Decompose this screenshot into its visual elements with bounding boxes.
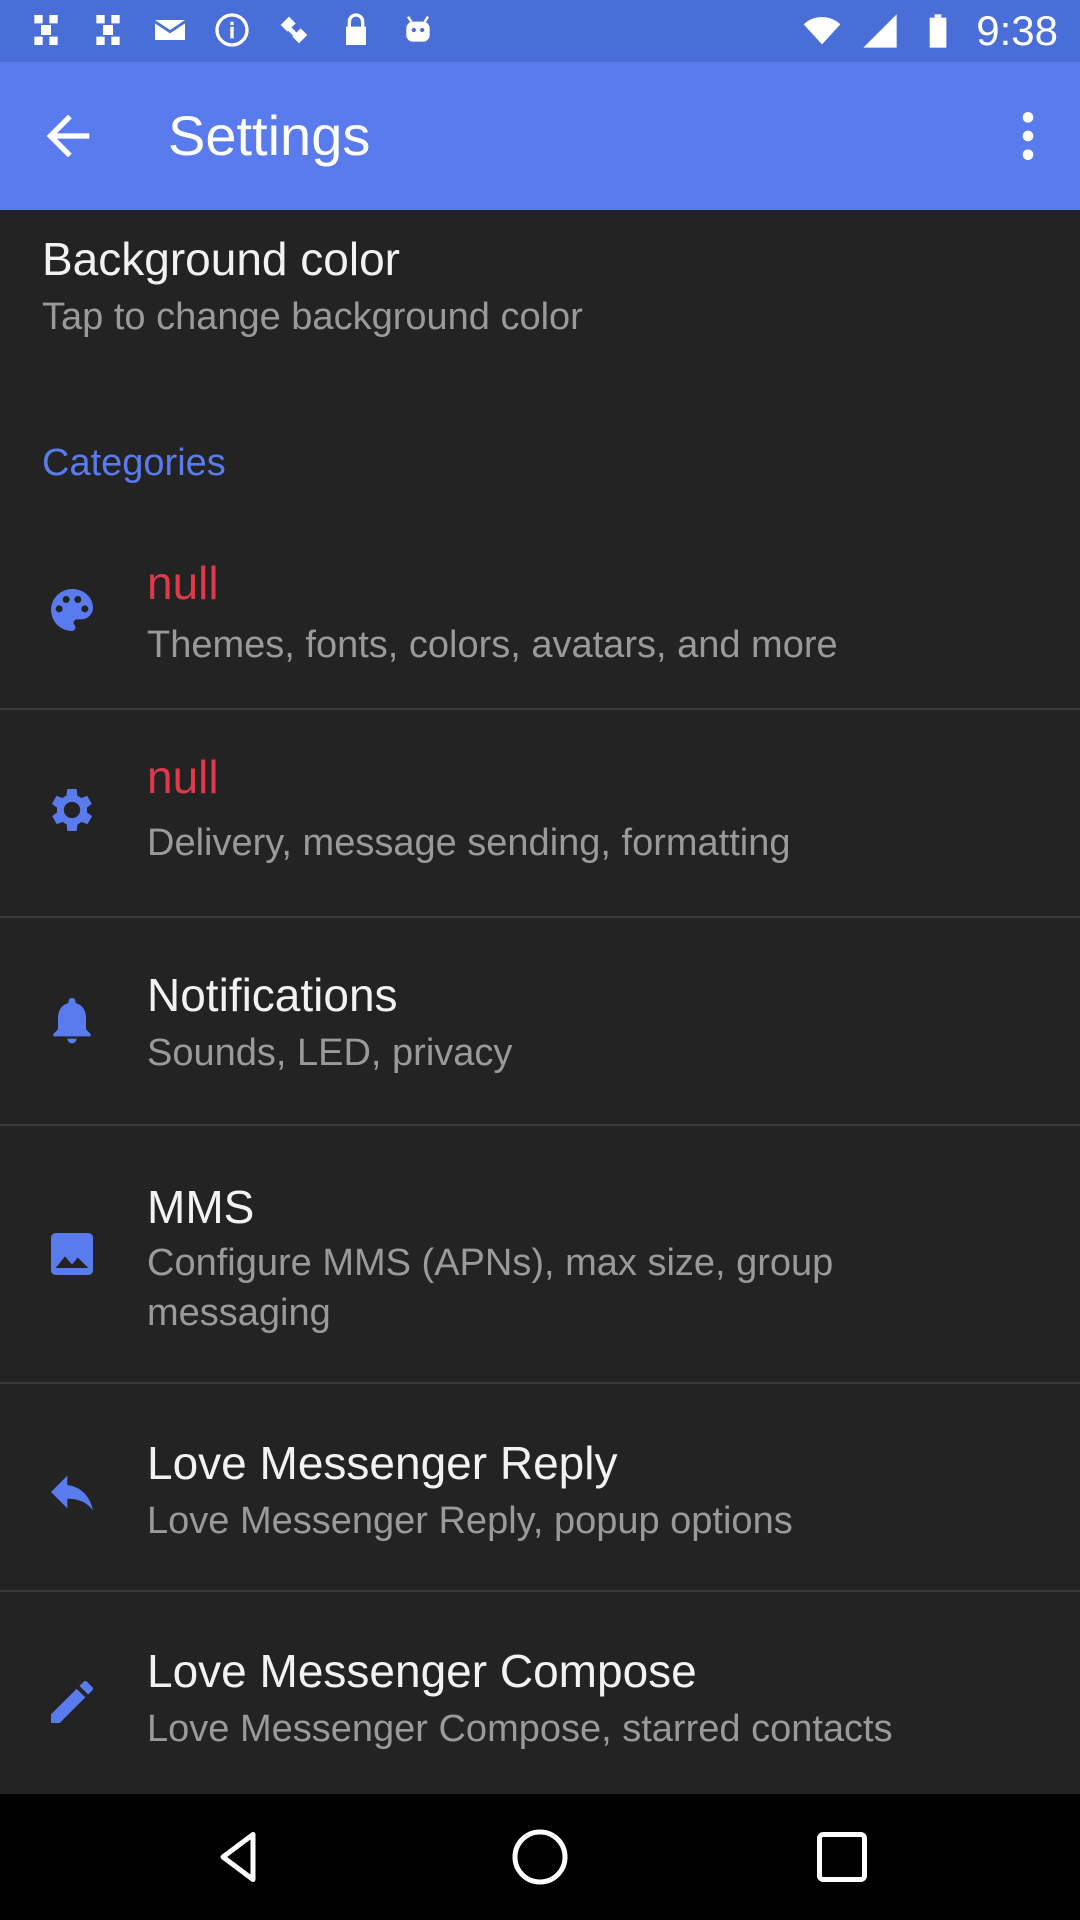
- nav-back-button[interactable]: [208, 1827, 268, 1887]
- signal-icon: [863, 14, 897, 48]
- image-icon: [44, 1226, 100, 1282]
- settings-item-title: Love Messenger Compose: [147, 1645, 697, 1697]
- palette-icon: [44, 582, 100, 638]
- settings-item-title: Notifications: [147, 969, 398, 1021]
- bell-icon: [44, 992, 100, 1048]
- settings-item-mms[interactable]: MMS Configure MMS (APNs), max size, grou…: [0, 1126, 1080, 1384]
- arrow-back-icon: [46, 114, 90, 158]
- back-nav-icon: [220, 1832, 256, 1882]
- background-color-title: Background color: [42, 233, 400, 285]
- slack-icon: [34, 15, 58, 45]
- settings-item-subtitle: Configure MMS (APNs), max size, group me…: [147, 1242, 834, 1334]
- page-title: Settings: [168, 104, 371, 167]
- more-vert-icon: [1022, 112, 1034, 160]
- background-color-subtitle: Tap to change background color: [42, 296, 583, 338]
- settings-item-compose[interactable]: Love Messenger Compose Love Messenger Co…: [0, 1592, 1080, 1792]
- settings-item-title: MMS: [147, 1181, 255, 1233]
- settings-item-subtitle: Love Messenger Reply, popup options: [147, 1500, 793, 1542]
- settings-item-subtitle: Themes, fonts, colors, avatars, and more: [147, 624, 838, 666]
- settings-item-general[interactable]: null Delivery, message sending, formatti…: [0, 710, 1080, 918]
- pencil-icon: [44, 1674, 100, 1730]
- status-bar: 9:38: [0, 0, 1080, 62]
- android-icon: [406, 15, 430, 42]
- app-bar: Settings: [0, 62, 1080, 210]
- nav-home-button[interactable]: [510, 1827, 570, 1887]
- settings-item-title: Love Messenger Reply: [147, 1437, 618, 1489]
- status-time: 9:38: [976, 7, 1058, 54]
- overflow-menu-button[interactable]: [996, 104, 1060, 168]
- battery-icon: [929, 14, 947, 48]
- settings-item-subtitle: Love Messenger Compose, starred contacts: [147, 1708, 893, 1750]
- home-nav-icon: [512, 1829, 568, 1885]
- mail-icon: [155, 20, 185, 40]
- settings-item-title: null: [147, 557, 219, 609]
- status-icons: [26, 10, 438, 50]
- back-button[interactable]: [36, 104, 100, 168]
- categories-header: Categories: [42, 442, 226, 484]
- recents-nav-icon: [817, 1832, 867, 1882]
- settings-item-subtitle: Delivery, message sending, formatting: [147, 822, 791, 864]
- lock-icon: [346, 13, 366, 45]
- gear-icon: [44, 782, 100, 838]
- settings-item-notifications[interactable]: Notifications Sounds, LED, privacy: [0, 918, 1080, 1126]
- reply-icon: [44, 1464, 100, 1520]
- background-color-setting[interactable]: Background color Tap to change backgroun…: [0, 210, 1080, 380]
- settings-item-subtitle: Sounds, LED, privacy: [147, 1032, 513, 1074]
- settings-item-reply[interactable]: Love Messenger Reply Love Messenger Repl…: [0, 1384, 1080, 1592]
- status-right: 9:38: [802, 8, 1058, 54]
- settings-item-title: null: [147, 751, 219, 803]
- settings-item-appearance[interactable]: null Themes, fonts, colors, avatars, and…: [0, 518, 1080, 710]
- info-icon: [215, 13, 249, 47]
- navigation-bar: [0, 1794, 1080, 1920]
- wifi-icon: [803, 17, 841, 45]
- slack-icon: [96, 15, 120, 45]
- satellite-icon: [280, 16, 308, 44]
- nav-recents-button[interactable]: [812, 1827, 872, 1887]
